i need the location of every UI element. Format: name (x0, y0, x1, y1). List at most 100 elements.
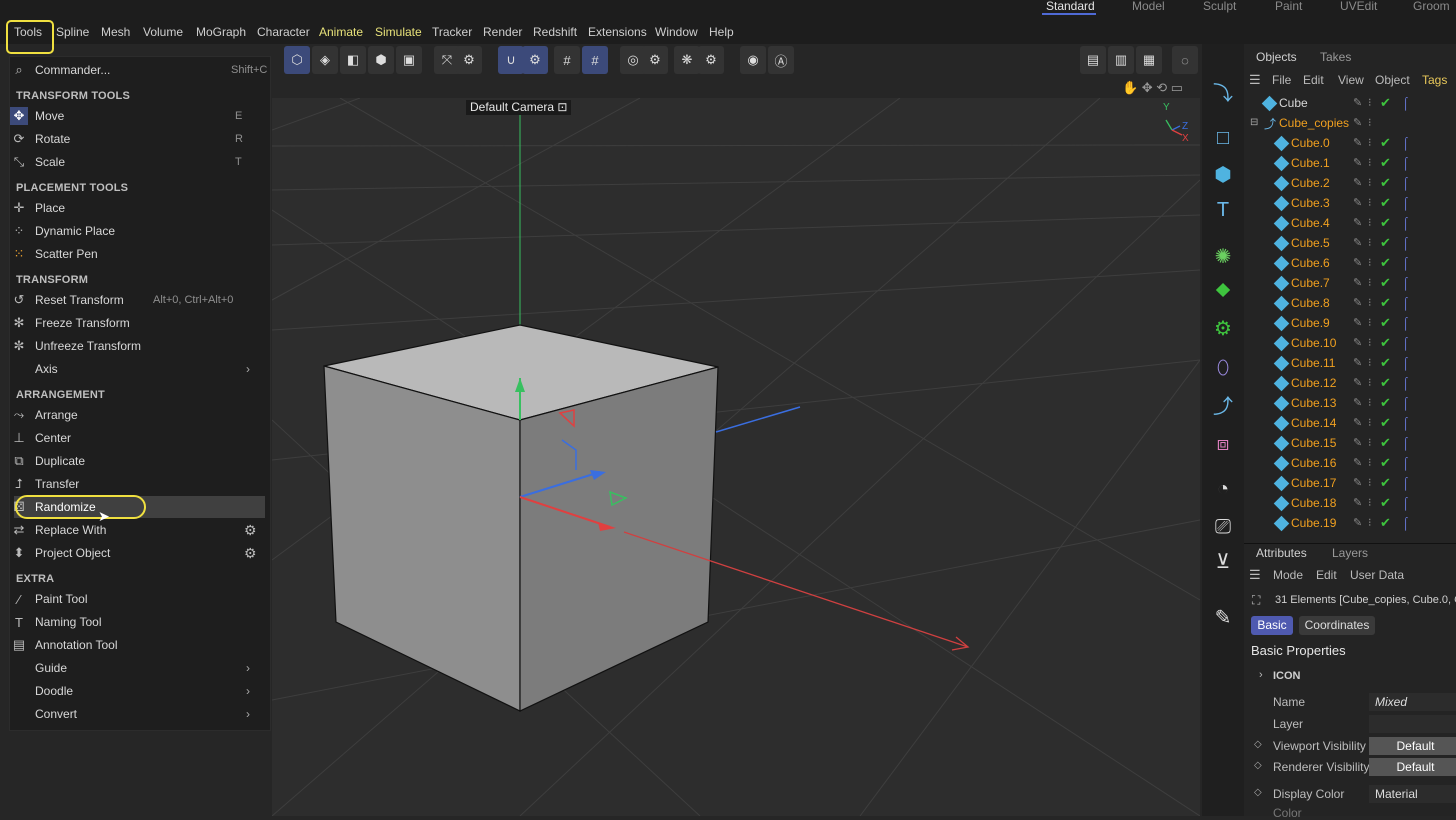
visibility-dots-icon[interactable]: ⁝ (1368, 333, 1372, 353)
cube-primitive-icon[interactable]: ⬢ (1208, 159, 1238, 189)
attributes-menu-edit[interactable]: Edit (1316, 568, 1337, 582)
edit-icon[interactable]: ✎ (1353, 493, 1362, 513)
enabled-check-icon[interactable]: ✔ (1380, 473, 1391, 493)
attributes-menu-mode[interactable]: Mode (1273, 568, 1303, 582)
edit-icon[interactable]: ✎ (1353, 293, 1362, 313)
menu-item-guide[interactable]: Guide › (10, 658, 262, 678)
menu-item-convert[interactable]: Convert › (10, 704, 262, 724)
objects-menu-object[interactable]: Object (1375, 73, 1410, 87)
menu-item-scale[interactable]: ⤡ Scale T (10, 152, 262, 172)
enabled-check-icon[interactable]: ✔ (1380, 433, 1391, 453)
symmetry-icon[interactable]: ❋ (674, 46, 700, 74)
object-row[interactable]: Cube.5 ✎ ⁝ ✔ ⌠ (1244, 233, 1456, 253)
menu-character[interactable]: Character (257, 24, 310, 40)
tab-attributes[interactable]: Attributes (1256, 546, 1307, 560)
keyframe-diamond-icon[interactable]: ◇ (1254, 787, 1262, 798)
viewport[interactable] (272, 98, 1200, 816)
object-row[interactable]: Cube.4 ✎ ⁝ ✔ ⌠ (1244, 213, 1456, 233)
menu-item-rotate[interactable]: ⟳ Rotate R (10, 129, 262, 149)
menu-item-arrange[interactable]: ⤳ Arrange (10, 405, 262, 425)
edit-icon[interactable]: ✎ (1353, 213, 1362, 233)
grid-icon[interactable]: # (554, 46, 580, 74)
polygons-mode-icon[interactable]: ⬢ (368, 46, 394, 74)
camera-label[interactable]: Default Camera ⊡ (466, 100, 572, 115)
enabled-check-icon[interactable]: ✔ (1380, 313, 1391, 333)
edit-icon[interactable]: ✎ (1353, 173, 1362, 193)
object-row[interactable]: Cube.11 ✎ ⁝ ✔ ⌠ (1244, 353, 1456, 373)
viewport-visibility-dropdown[interactable]: Default (1369, 737, 1456, 755)
panel-menu-icon[interactable]: ☰ (1249, 72, 1261, 88)
menu-item-axis[interactable]: Axis › (10, 359, 262, 379)
collapse-icon[interactable]: ⊟ (1250, 117, 1258, 128)
symmetry-gear-icon[interactable]: ⚙ (698, 46, 724, 74)
phong-tag-icon[interactable]: ⌠ (1402, 173, 1409, 193)
phong-tag-icon[interactable]: ⌠ (1402, 153, 1409, 173)
edit-icon[interactable]: ✎ (1353, 113, 1362, 133)
cube-left-face[interactable] (323, 365, 521, 712)
auto-key-icon[interactable]: Ⓐ (768, 46, 794, 74)
objects-menu-file[interactable]: File (1272, 73, 1291, 87)
render-picture-viewer-icon[interactable]: ▥ (1108, 46, 1134, 74)
snap-settings-gear-icon[interactable]: ⚙ (522, 46, 548, 74)
menu-simulate[interactable]: Simulate (375, 24, 422, 40)
enabled-check-icon[interactable]: ✔ (1380, 153, 1391, 173)
keyframe-diamond-icon[interactable]: ◇ (1254, 760, 1262, 771)
menu-item-move[interactable]: ✥ Move E (10, 106, 262, 126)
visibility-dots-icon[interactable]: ⁝ (1368, 273, 1372, 293)
menu-redshift[interactable]: Redshift (533, 24, 577, 40)
layout-tab-groom[interactable]: Groom (1413, 0, 1450, 16)
camera-lock-icon[interactable]: ⊡ (557, 100, 567, 114)
visibility-dots-icon[interactable]: ⁝ (1368, 213, 1372, 233)
object-row[interactable]: Cube.18 ✎ ⁝ ✔ ⌠ (1244, 493, 1456, 513)
enabled-check-icon[interactable]: ✔ (1380, 213, 1391, 233)
enabled-check-icon[interactable]: ✔ (1380, 453, 1391, 473)
enabled-check-icon[interactable]: ✔ (1380, 393, 1391, 413)
visibility-dots-icon[interactable]: ⁝ (1368, 353, 1372, 373)
edit-icon[interactable]: ✎ (1353, 393, 1362, 413)
edit-icon[interactable]: ✎ (1353, 353, 1362, 373)
menu-volume[interactable]: Volume (143, 24, 183, 40)
phong-tag-icon[interactable]: ⌠ (1402, 233, 1409, 253)
menu-item-duplicate[interactable]: ⧉ Duplicate (10, 451, 262, 471)
layout-tab-paint[interactable]: Paint (1275, 0, 1302, 16)
menu-extensions[interactable]: Extensions (588, 24, 647, 40)
object-row[interactable]: Cube.3 ✎ ⁝ ✔ ⌠ (1244, 193, 1456, 213)
enabled-check-icon[interactable]: ✔ (1380, 333, 1391, 353)
menu-item-doodle[interactable]: Doodle › (10, 681, 262, 701)
menu-item-project-object[interactable]: ⬍ Project Object ⚙ (10, 543, 262, 563)
menu-mograph[interactable]: MoGraph (196, 24, 246, 40)
objects-menu-tags[interactable]: Tags (1422, 73, 1447, 87)
text-spline-icon[interactable]: T (1208, 195, 1238, 225)
visibility-dots-icon[interactable]: ⁝ (1368, 433, 1372, 453)
visibility-dots-icon[interactable]: ⁝ (1368, 133, 1372, 153)
visibility-dots-icon[interactable]: ⁝ (1368, 93, 1372, 113)
object-row[interactable]: Cube.17 ✎ ⁝ ✔ ⌠ (1244, 473, 1456, 493)
menu-item-replace-with[interactable]: ⇄ Replace With ⚙ (10, 520, 262, 540)
phong-tag-icon[interactable]: ⌠ (1402, 433, 1409, 453)
menu-window[interactable]: Window (655, 24, 698, 40)
object-row[interactable]: Cube.15 ✎ ⁝ ✔ ⌠ (1244, 433, 1456, 453)
layout-tab-sculpt[interactable]: Sculpt (1203, 0, 1236, 16)
menu-item-freeze-transform[interactable]: ✻ Freeze Transform (10, 313, 262, 333)
subtab-coordinates[interactable]: Coordinates (1299, 616, 1375, 635)
cloner-icon[interactable]: ✺ (1208, 241, 1238, 271)
phong-tag-icon[interactable]: ⌠ (1402, 453, 1409, 473)
objects-menu-edit[interactable]: Edit (1303, 73, 1324, 87)
phong-tag-icon[interactable]: ⌠ (1402, 193, 1409, 213)
tab-objects[interactable]: Objects (1256, 50, 1297, 64)
render-view-icon[interactable]: ▤ (1080, 46, 1106, 74)
enabled-check-icon[interactable]: ✔ (1380, 273, 1391, 293)
phong-tag-icon[interactable]: ⌠ (1402, 413, 1409, 433)
object-row[interactable]: Cube.2 ✎ ⁝ ✔ ⌠ (1244, 173, 1456, 193)
object-row-cube-copies[interactable]: ⊟ ⤴ Cube_copies ✎ ⁝ (1244, 113, 1456, 133)
icon-group-label[interactable]: ICON (1273, 670, 1301, 682)
menu-mesh[interactable]: Mesh (101, 24, 130, 40)
enabled-check-icon[interactable]: ✔ (1380, 93, 1391, 113)
phong-tag-icon[interactable]: ⌠ (1402, 473, 1409, 493)
menu-item-dynamic-place[interactable]: ⁘ Dynamic Place (10, 221, 262, 241)
layout-tab-model[interactable]: Model (1132, 0, 1165, 16)
phong-tag-icon[interactable]: ⌠ (1402, 373, 1409, 393)
object-row[interactable]: Cube.12 ✎ ⁝ ✔ ⌠ (1244, 373, 1456, 393)
spline-rectangle-icon[interactable]: □ (1208, 123, 1238, 153)
object-row[interactable]: Cube.13 ✎ ⁝ ✔ ⌠ (1244, 393, 1456, 413)
